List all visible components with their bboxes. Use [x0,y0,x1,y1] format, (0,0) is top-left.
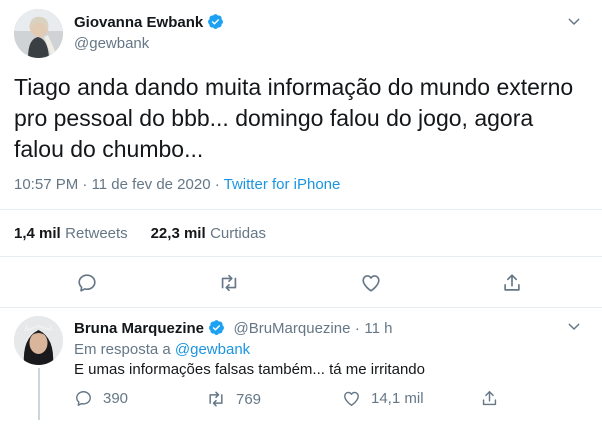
likes-label: Curtidas [210,225,266,242]
retweet-icon [209,391,223,407]
reply-text: E umas informações falsas também... tá m… [74,361,425,378]
meta-separator: · [82,176,88,193]
tweet-source-link[interactable]: Twitter for iPhone [224,176,341,193]
share-icon [482,391,497,406]
reply-avatar-image [14,316,63,365]
likes-count: 22,3 mil [150,225,206,242]
reply-author-handle[interactable]: @BruMarquezine [233,320,350,337]
reply-age[interactable]: 11 h [364,320,392,337]
like-icon [344,391,359,406]
avatar[interactable] [14,9,63,58]
retweet-count: 769 [236,390,262,408]
retweet-button[interactable] [218,272,240,294]
verified-badge-icon [208,319,225,341]
like-button[interactable] [360,272,382,294]
reply-share-button[interactable] [480,389,499,413]
reply-to-handle-link[interactable]: @gewbank [175,341,250,358]
verified-badge-icon [207,13,224,34]
reply-avatar[interactable] [14,316,63,365]
reply-retweet-button[interactable]: 769 [206,389,261,409]
author-name-text: Giovanna Ewbank [74,14,204,31]
reply-reply-button[interactable]: 390 [74,389,128,408]
retweet-icon [221,274,237,292]
tweet-text: Tiago anda dando muita informação do mun… [14,74,574,162]
tweet-stats: 1,4 mil Retweets 22,3 mil Curtidas [14,225,266,243]
reply-button[interactable] [76,272,98,294]
tweet-date[interactable]: 11 de fev de 2020 [92,176,211,193]
reply-like-button[interactable]: 14,1 mil [342,389,424,408]
tweet-time[interactable]: 10:57 PM [14,176,78,193]
retweets-stat[interactable]: 1,4 mil Retweets [14,225,128,242]
reply-icon [76,391,91,406]
chevron-down-icon[interactable] [566,14,582,35]
reply-count: 390 [103,390,129,407]
likes-stat[interactable]: 22,3 mil Curtidas [151,225,266,242]
like-icon [362,275,380,292]
divider [0,307,602,308]
reply-chevron-down-icon[interactable] [566,319,582,340]
reply-to-line: Em resposta a @gewbank [74,341,250,358]
share-button[interactable] [501,272,523,294]
retweets-count: 1,4 mil [14,225,61,242]
divider [0,209,602,210]
share-icon [504,274,520,291]
reply-header: Bruna Marquezine @BruMarquezine · 11 h [74,319,392,341]
divider [0,256,602,257]
meta-separator: · [214,176,220,193]
reply-to-label: Em resposta a [74,341,171,358]
retweets-label: Retweets [65,225,128,242]
author-name[interactable]: Giovanna Ewbank [74,13,224,34]
meta-separator: · [354,320,360,337]
reply-icon [78,274,96,292]
reply-author-name[interactable]: Bruna Marquezine [74,320,204,337]
like-count: 14,1 mil [371,390,424,407]
tweet-meta: 10:57 PM · 11 de fev de 2020 · Twitter f… [14,176,340,193]
avatar-image [14,9,63,58]
author-handle[interactable]: @gewbank [74,35,149,52]
thread-line [38,368,40,420]
